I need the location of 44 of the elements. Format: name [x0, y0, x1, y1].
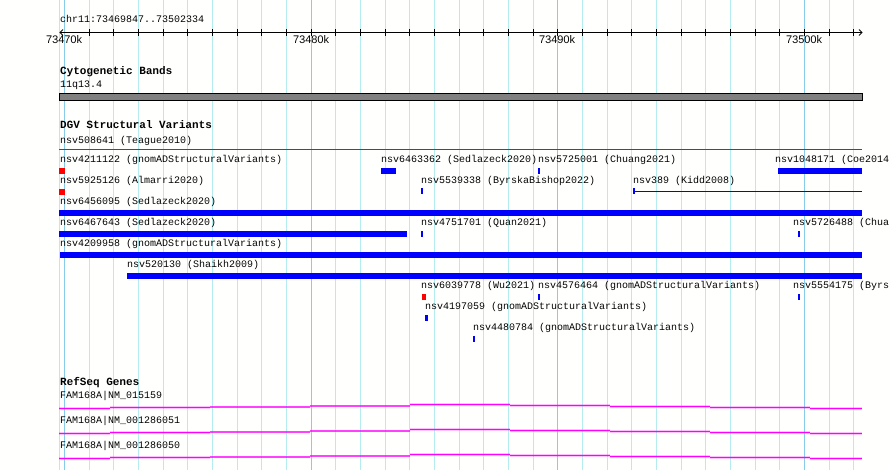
gene-model[interactable]: [58, 428, 863, 434]
gene-label[interactable]: FAM168A|NM_001286050: [60, 441, 180, 452]
variant-label[interactable]: nsv6463362 (Sedlazeck2020): [381, 155, 538, 166]
variant-label[interactable]: nsv4209958 (gnomADStructuralVariants): [60, 239, 282, 250]
variant-label[interactable]: nsv5539338 (ByrskaBishop2022): [421, 176, 596, 187]
ruler-tick-label: 73490k: [538, 35, 576, 46]
variant-label[interactable]: nsv5726488 (Chua: [793, 218, 890, 229]
variant-bar[interactable]: [425, 315, 428, 321]
variant-label[interactable]: nsv6456095 (Sedlazeck2020): [60, 197, 216, 208]
ruler-tick-label: 73480k: [292, 35, 330, 46]
variant-label[interactable]: nsv389 (Kidd2008): [633, 176, 736, 187]
band-label: 11q13.4: [60, 80, 102, 91]
gene-label[interactable]: FAM168A|NM_015159: [60, 391, 162, 402]
gene-model[interactable]: [58, 404, 863, 410]
variant-label[interactable]: nsv4197059 (gnomADStructuralVariants): [425, 302, 648, 313]
variant-bar[interactable]: [60, 252, 862, 258]
variant-label[interactable]: nsv4480784 (gnomADStructuralVariants): [473, 323, 696, 334]
gene-model[interactable]: [58, 454, 863, 460]
variant-label[interactable]: nsv4576464 (gnomADStructuralVariants): [538, 281, 760, 292]
variant-label[interactable]: nsv6039778 (Wu2021): [421, 281, 536, 292]
region-label: chr11:73469847..73502334: [60, 15, 204, 26]
track-title: DGV Structural Variants: [60, 121, 212, 132]
variant-label[interactable]: nsv5554175 (Byrs: [793, 281, 890, 292]
variant-bar[interactable]: [59, 231, 407, 237]
variant-label[interactable]: nsv508641 (Teague2010): [60, 136, 192, 147]
variant-label[interactable]: nsv520130 (Shaikh2009): [127, 260, 260, 271]
track-title: Cytogenetic Bands: [60, 67, 172, 78]
variant-label[interactable]: nsv5925126 (Almarri2020): [60, 176, 204, 187]
variant-label[interactable]: nsv6467643 (Sedlazeck2020): [60, 218, 216, 229]
variant-label[interactable]: nsv1048171 (Coe2014: [775, 155, 890, 166]
gene-label[interactable]: FAM168A|NM_001286051: [60, 416, 180, 427]
variant-bar[interactable]: [127, 273, 862, 279]
variant-label[interactable]: nsv4751701 (Quan2021): [421, 218, 548, 229]
variant-label[interactable]: nsv5725001 (Chuang2021): [538, 155, 676, 166]
variant-bar[interactable]: [59, 168, 65, 174]
variant-bar[interactable]: [381, 168, 396, 174]
ruler-tick-label: 73470k: [44, 35, 84, 46]
variant-bar[interactable]: [778, 168, 862, 174]
track-title: RefSeq Genes: [60, 378, 140, 389]
variant-bar[interactable]: [59, 189, 65, 195]
variant-label[interactable]: nsv4211122 (gnomADStructuralVariants): [60, 155, 282, 166]
variant-bar[interactable]: [422, 294, 426, 300]
variant-bar[interactable]: [59, 210, 862, 216]
ruler-tick-label: 73500k: [784, 35, 824, 46]
